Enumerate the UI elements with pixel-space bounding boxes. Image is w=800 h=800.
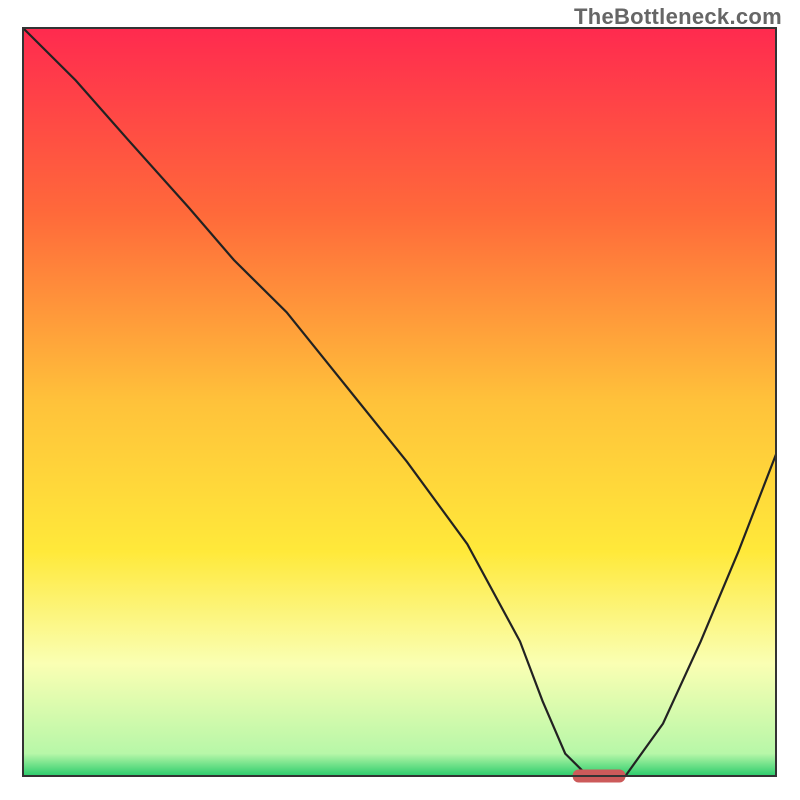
bottleneck-chart: TheBottleneck.com <box>0 0 800 800</box>
chart-canvas <box>0 0 800 800</box>
watermark-label: TheBottleneck.com <box>574 4 782 30</box>
plot-background <box>23 28 776 776</box>
